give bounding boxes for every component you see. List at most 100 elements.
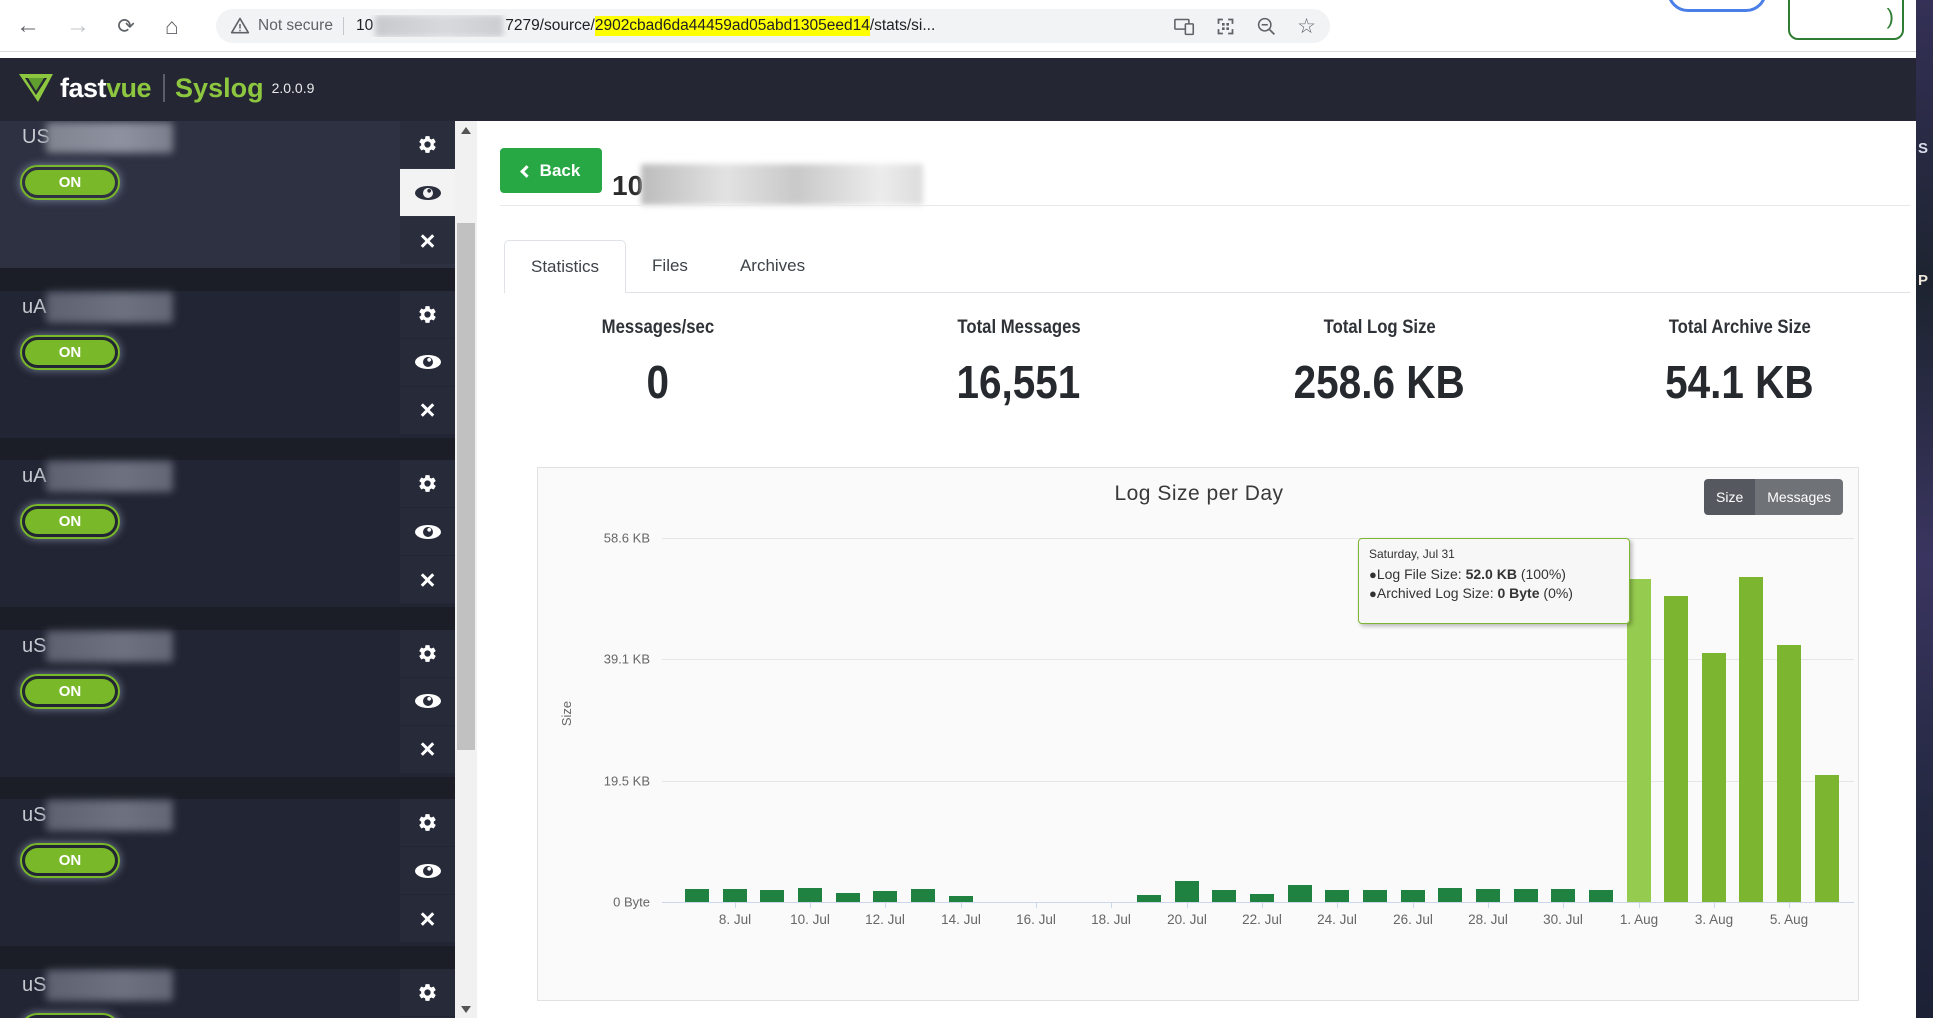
- source-delete-x-icon[interactable]: ×: [400, 217, 455, 264]
- toggle-on-pill[interactable]: ON: [25, 848, 115, 873]
- bar-log-file-size[interactable]: [1815, 775, 1839, 902]
- source-view-eye-icon[interactable]: [400, 847, 455, 894]
- source-item[interactable]: uSON×: [0, 968, 455, 1018]
- stat-card: Total Archive Size 54.1 KB: [1560, 317, 1921, 409]
- bar-archived-log-size[interactable]: [798, 888, 822, 902]
- browser-home-icon[interactable]: ⌂: [152, 0, 192, 52]
- bar-archived-log-size[interactable]: [685, 889, 709, 902]
- x-tick-label: 20. Jul: [1167, 912, 1207, 927]
- source-view-eye-icon[interactable]: [400, 677, 455, 725]
- scroll-up-arrow[interactable]: [455, 121, 477, 139]
- tab-bar: Statistics Files Archives: [504, 240, 1910, 293]
- source-settings-gear-icon[interactable]: [400, 629, 455, 677]
- source-name-prefix: uA: [22, 295, 47, 318]
- brand-name: fastvue: [60, 72, 152, 103]
- source-settings-gear-icon[interactable]: [400, 121, 455, 168]
- source-settings-gear-icon[interactable]: [400, 290, 455, 338]
- toggle-on-pill[interactable]: ON: [25, 170, 115, 195]
- bar-archived-log-size[interactable]: [1363, 890, 1387, 902]
- bar-log-file-size[interactable]: [1664, 596, 1688, 902]
- sidebar-scrollbar[interactable]: [455, 121, 477, 1018]
- tab-archives[interactable]: Archives: [714, 240, 831, 292]
- browser-reload-icon[interactable]: ⟳: [106, 0, 146, 52]
- not-secure-label: Not secure: [258, 17, 333, 34]
- stat-label: Total Log Size: [1323, 317, 1436, 338]
- browser-forward-icon[interactable]: →: [58, 0, 98, 52]
- address-bar[interactable]: Not secure 10 7279/source/ 2902cbad6da44…: [216, 9, 1330, 43]
- bar-archived-log-size[interactable]: [1325, 890, 1349, 902]
- zoom-out-icon[interactable]: [1256, 16, 1277, 37]
- desktop-glyph-p: P: [1918, 272, 1929, 289]
- source-on-toggle[interactable]: ON: [20, 504, 120, 539]
- bar-archived-log-size[interactable]: [1137, 895, 1161, 902]
- toggle-on-pill[interactable]: ON: [25, 678, 115, 704]
- source-view-eye-icon[interactable]: [400, 169, 455, 216]
- bar-archived-log-size[interactable]: [949, 896, 973, 902]
- bar-archived-log-size[interactable]: [1589, 890, 1613, 902]
- source-delete-x-icon[interactable]: ×: [400, 895, 455, 942]
- source-delete-x-icon[interactable]: ×: [400, 556, 455, 603]
- bar-archived-log-size[interactable]: [911, 889, 935, 902]
- devices-icon[interactable]: [1174, 16, 1195, 37]
- tab-statistics[interactable]: Statistics: [504, 240, 627, 293]
- scrollbar-thumb[interactable]: [457, 223, 475, 750]
- x-tick-mark: [1111, 902, 1112, 908]
- bar-archived-log-size[interactable]: [1288, 885, 1312, 902]
- x-tick-label: 8. Jul: [718, 912, 752, 927]
- bar-archived-log-size[interactable]: [1476, 889, 1500, 902]
- source-item[interactable]: uA ON ×: [0, 460, 455, 607]
- x-tick-mark: [1036, 902, 1037, 908]
- bar-log-file-size[interactable]: [1739, 577, 1763, 902]
- tab-files[interactable]: Files: [626, 240, 714, 292]
- browser-back-icon[interactable]: ←: [8, 0, 48, 52]
- source-settings-gear-icon[interactable]: [400, 968, 455, 1016]
- source-delete-x-icon[interactable]: ×: [400, 386, 455, 434]
- source-settings-gear-icon[interactable]: [400, 799, 455, 846]
- source-settings-gear-icon[interactable]: [400, 460, 455, 507]
- source-view-eye-icon[interactable]: [400, 508, 455, 555]
- source-item[interactable]: US ON ×: [0, 121, 455, 268]
- x-glyph: ×: [419, 903, 436, 934]
- toggle-size-button[interactable]: Size: [1704, 479, 1756, 515]
- profile-chip-glyph: ): [1886, 4, 1894, 29]
- source-on-toggle[interactable]: ON: [20, 165, 120, 200]
- bar-archived-log-size[interactable]: [1514, 889, 1538, 902]
- browser-profile-chip[interactable]: ): [1788, 0, 1904, 40]
- bar-log-file-size[interactable]: [1702, 653, 1726, 902]
- source-view-eye-icon[interactable]: [400, 338, 455, 386]
- toggle-messages-button[interactable]: Messages: [1755, 479, 1844, 515]
- bar-log-file-size[interactable]: [1777, 645, 1801, 902]
- bar-archived-log-size[interactable]: [873, 891, 897, 902]
- source-on-toggle[interactable]: ON: [20, 334, 120, 370]
- source-on-toggle[interactable]: ON: [20, 673, 120, 709]
- bar-archived-log-size[interactable]: [760, 890, 784, 902]
- toggle-on-pill[interactable]: ON: [25, 339, 115, 365]
- toggle-on-pill[interactable]: ON: [25, 509, 115, 534]
- qr-scan-icon[interactable]: [1215, 16, 1236, 37]
- x-tick-label: 14. Jul: [941, 912, 981, 927]
- bar-archived-log-size[interactable]: [1175, 881, 1199, 902]
- source-item[interactable]: uSON×: [0, 799, 455, 946]
- url-prefix: 10: [355, 17, 374, 34]
- version-label: 2.0.0.9: [271, 80, 315, 96]
- scroll-down-arrow[interactable]: [455, 1000, 477, 1018]
- bar-archived-log-size[interactable]: [1250, 894, 1274, 902]
- bar-log-file-size[interactable]: [1627, 579, 1651, 902]
- browser-extension-chip[interactable]: [1667, 0, 1767, 12]
- bar-archived-log-size[interactable]: [1212, 890, 1236, 902]
- bar-archived-log-size[interactable]: [1401, 890, 1425, 902]
- bookmark-star-icon[interactable]: ☆: [1297, 16, 1316, 37]
- fastvue-logo-icon: [19, 74, 53, 102]
- page-title-redacted-blur: [641, 164, 923, 205]
- bar-archived-log-size[interactable]: [723, 889, 747, 902]
- source-item[interactable]: uSON×: [0, 629, 455, 777]
- bar-archived-log-size[interactable]: [1551, 889, 1575, 902]
- source-on-toggle[interactable]: ON: [20, 843, 120, 878]
- back-button[interactable]: Back: [500, 148, 602, 193]
- bar-archived-log-size[interactable]: [1438, 888, 1462, 902]
- address-separator: [342, 17, 344, 35]
- source-on-toggle[interactable]: ON: [20, 1012, 120, 1018]
- source-item[interactable]: uA ON ×: [0, 290, 455, 438]
- bar-archived-log-size[interactable]: [836, 893, 860, 902]
- source-delete-x-icon[interactable]: ×: [400, 725, 455, 773]
